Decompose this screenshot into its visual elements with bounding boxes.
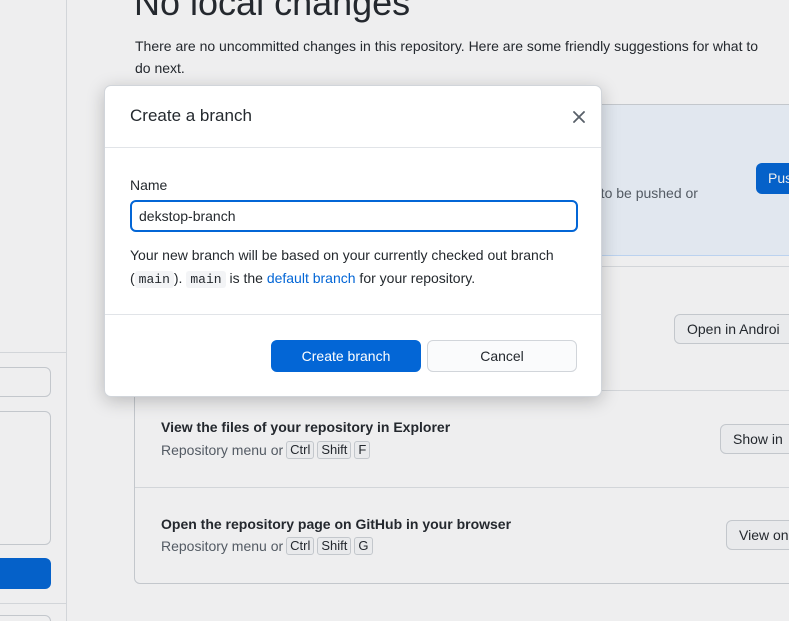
- close-button[interactable]: [569, 107, 589, 127]
- dialog-body: Name Your new branch will be based on yo…: [105, 148, 601, 315]
- info-text-part: ).: [173, 270, 187, 286]
- create-branch-button[interactable]: Create branch: [271, 340, 421, 372]
- default-branch-ref: main: [186, 271, 226, 288]
- close-icon: [573, 111, 585, 123]
- info-text-part: for your repository.: [355, 270, 476, 286]
- cancel-button[interactable]: Cancel: [427, 340, 577, 372]
- dialog-header: Create a branch: [105, 86, 601, 148]
- branch-info-text: Your new branch will be based on your cu…: [130, 244, 570, 291]
- app-window: No local changes There are no uncommitte…: [0, 0, 789, 621]
- info-text-part: is the: [225, 270, 267, 286]
- create-branch-dialog: Create a branch Name Your new branch wil…: [104, 85, 602, 397]
- dialog-title: Create a branch: [130, 106, 252, 125]
- current-branch-ref: main: [134, 271, 174, 288]
- dialog-footer: Create branch Cancel: [105, 315, 601, 396]
- branch-name-input[interactable]: [130, 200, 578, 232]
- name-label: Name: [130, 177, 168, 193]
- default-branch-link[interactable]: default branch: [267, 270, 356, 286]
